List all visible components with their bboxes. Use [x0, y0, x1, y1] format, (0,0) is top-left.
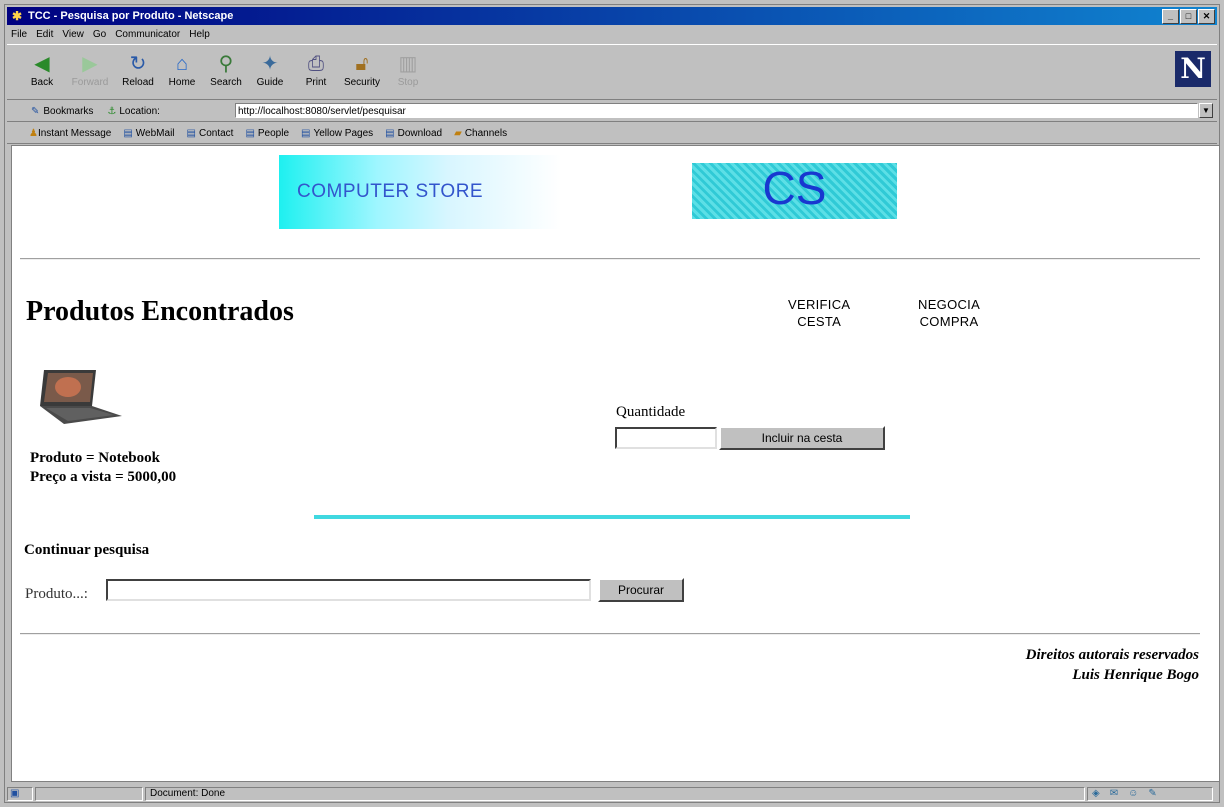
forward-icon: ▶: [82, 53, 98, 75]
home-icon: ⌂: [175, 53, 189, 75]
add-to-cart-button[interactable]: Incluir na cesta: [719, 426, 885, 450]
quantity-input[interactable]: [615, 427, 717, 449]
connection-icon: ▣: [7, 787, 33, 801]
progress-bar: [35, 787, 143, 801]
title-bar: ✱ TCC - Pesquisa por Produto - Netscape …: [7, 7, 1217, 25]
mail-icon[interactable]: ✉: [1110, 788, 1118, 800]
window-title: TCC - Pesquisa por Produto - Netscape: [28, 10, 234, 22]
location-label: Location:: [119, 105, 160, 117]
menu-view[interactable]: View: [62, 29, 84, 40]
url-field[interactable]: http://localhost:8080/servlet/pesquisar: [235, 103, 1198, 118]
top-divider: [20, 258, 1200, 260]
security-button[interactable]: 🔓︎ Security: [339, 51, 385, 88]
discussion-icon[interactable]: ☺: [1128, 788, 1138, 800]
store-banner: COMPUTER STORE: [279, 155, 561, 229]
webmail-link[interactable]: ▤ WebMail: [123, 128, 174, 139]
link-icon: ▤: [123, 127, 133, 139]
copyright-footer: Direitos autorais reservados Luis Henriq…: [1025, 647, 1199, 683]
contact-link[interactable]: ▤ Contact: [187, 128, 234, 139]
netscape-icon: ✱: [11, 9, 23, 23]
reload-icon: ↻: [129, 53, 147, 75]
stop-icon: ▥: [398, 53, 418, 75]
negocia-compra-link[interactable]: Negocia Compra: [918, 296, 980, 330]
menu-help[interactable]: Help: [189, 29, 210, 40]
composer-icon[interactable]: ✎: [1148, 788, 1156, 800]
home-button[interactable]: ⌂ Home: [159, 51, 205, 88]
back-button[interactable]: ◀ Back: [19, 51, 65, 88]
print-icon: ⎙: [308, 53, 324, 75]
product-info: Produto = Notebook Preço a vista = 5000,…: [30, 449, 176, 487]
print-button[interactable]: ⎙ Print: [293, 51, 339, 88]
menu-go[interactable]: Go: [93, 29, 106, 40]
product-search-input[interactable]: [106, 579, 591, 601]
logo-text: CS: [762, 162, 827, 214]
navigator-icon[interactable]: ◈: [1092, 788, 1100, 800]
status-bar: ▣ Document: Done ◈ ✉ ☺ ✎: [7, 786, 1217, 802]
personal-toolbar: ♟ Instant Message ▤ WebMail ▤ Contact ▤ Peo…: [7, 123, 1217, 144]
page-title: Produtos Encontrados: [26, 296, 294, 327]
search-submit-button[interactable]: Procurar: [598, 578, 684, 602]
continue-search-heading: Continuar pesquisa: [24, 542, 150, 558]
bookmarks-button[interactable]: Bookmarks: [43, 106, 93, 117]
menu-file[interactable]: File: [11, 29, 27, 40]
instant-message-link[interactable]: Instant Message: [38, 128, 111, 139]
search-button[interactable]: ⚲ Search: [203, 51, 249, 88]
link-icon: ▤: [301, 127, 311, 139]
store-logo: CS: [692, 162, 897, 219]
quantity-label: Quantidade: [616, 404, 686, 420]
download-link[interactable]: ▤ Download: [385, 128, 442, 139]
laptop-image: [40, 370, 122, 424]
product-name: Produto = Notebook: [30, 450, 160, 466]
search-icon: ⚲: [218, 53, 234, 75]
channels-link[interactable]: ▰ Channels: [454, 128, 507, 139]
link-icon: ▤: [245, 127, 255, 139]
separator-line: [314, 515, 910, 519]
people-link[interactable]: ▤ People: [245, 128, 289, 139]
menu-communicator[interactable]: Communicator: [115, 29, 180, 40]
banner-text: COMPUTER STORE: [297, 181, 484, 202]
product-search-label: Produto...:: [25, 586, 88, 602]
product-price: Preço a vista = 5000,00: [30, 469, 177, 485]
link-icon: ▤: [385, 127, 395, 139]
link-icon: ▤: [186, 127, 196, 139]
close-button[interactable]: ✕: [1198, 9, 1215, 24]
lock-icon: 🔓︎: [355, 53, 369, 75]
status-text: Document: Done: [145, 787, 1085, 801]
menu-bar: File Edit View Go Communicator Help: [7, 26, 1217, 42]
forward-button[interactable]: ▶ Forward: [67, 51, 113, 88]
stop-button[interactable]: ▥ Stop: [385, 51, 431, 88]
menu-edit[interactable]: Edit: [36, 29, 53, 40]
person-icon: ♟: [29, 127, 38, 139]
bottom-divider: [20, 633, 1200, 635]
guide-icon: ✦: [261, 53, 279, 75]
verifica-cesta-link[interactable]: Verifica Cesta: [788, 296, 850, 330]
location-toolbar: ✎ Bookmarks ⚓︎ Location: http://localhos…: [7, 101, 1217, 122]
chevron-down-icon[interactable]: ▼: [1199, 103, 1213, 118]
page-content: COMPUTER STORE CS Produtos Encontrados V…: [11, 145, 1220, 782]
minimize-button[interactable]: _: [1162, 9, 1179, 24]
netscape-logo[interactable]: N: [1175, 51, 1211, 87]
browser-window: ✱ TCC - Pesquisa por Produto - Netscape …: [4, 4, 1220, 803]
maximize-button[interactable]: □: [1180, 9, 1197, 24]
navigation-toolbar: ◀ Back ▶ Forward ↻ Reload ⌂ Home ⚲ Searc…: [7, 44, 1217, 100]
bookmark-icon: ✎: [31, 105, 40, 117]
location-icon: ⚓︎: [107, 105, 117, 117]
back-icon: ◀: [34, 53, 50, 75]
folder-icon: ▰: [454, 127, 462, 139]
yellow-pages-link[interactable]: ▤ Yellow Pages: [301, 128, 373, 139]
component-bar: ◈ ✉ ☺ ✎: [1087, 787, 1213, 801]
guide-button[interactable]: ✦ Guide: [247, 51, 293, 88]
reload-button[interactable]: ↻ Reload: [115, 51, 161, 88]
